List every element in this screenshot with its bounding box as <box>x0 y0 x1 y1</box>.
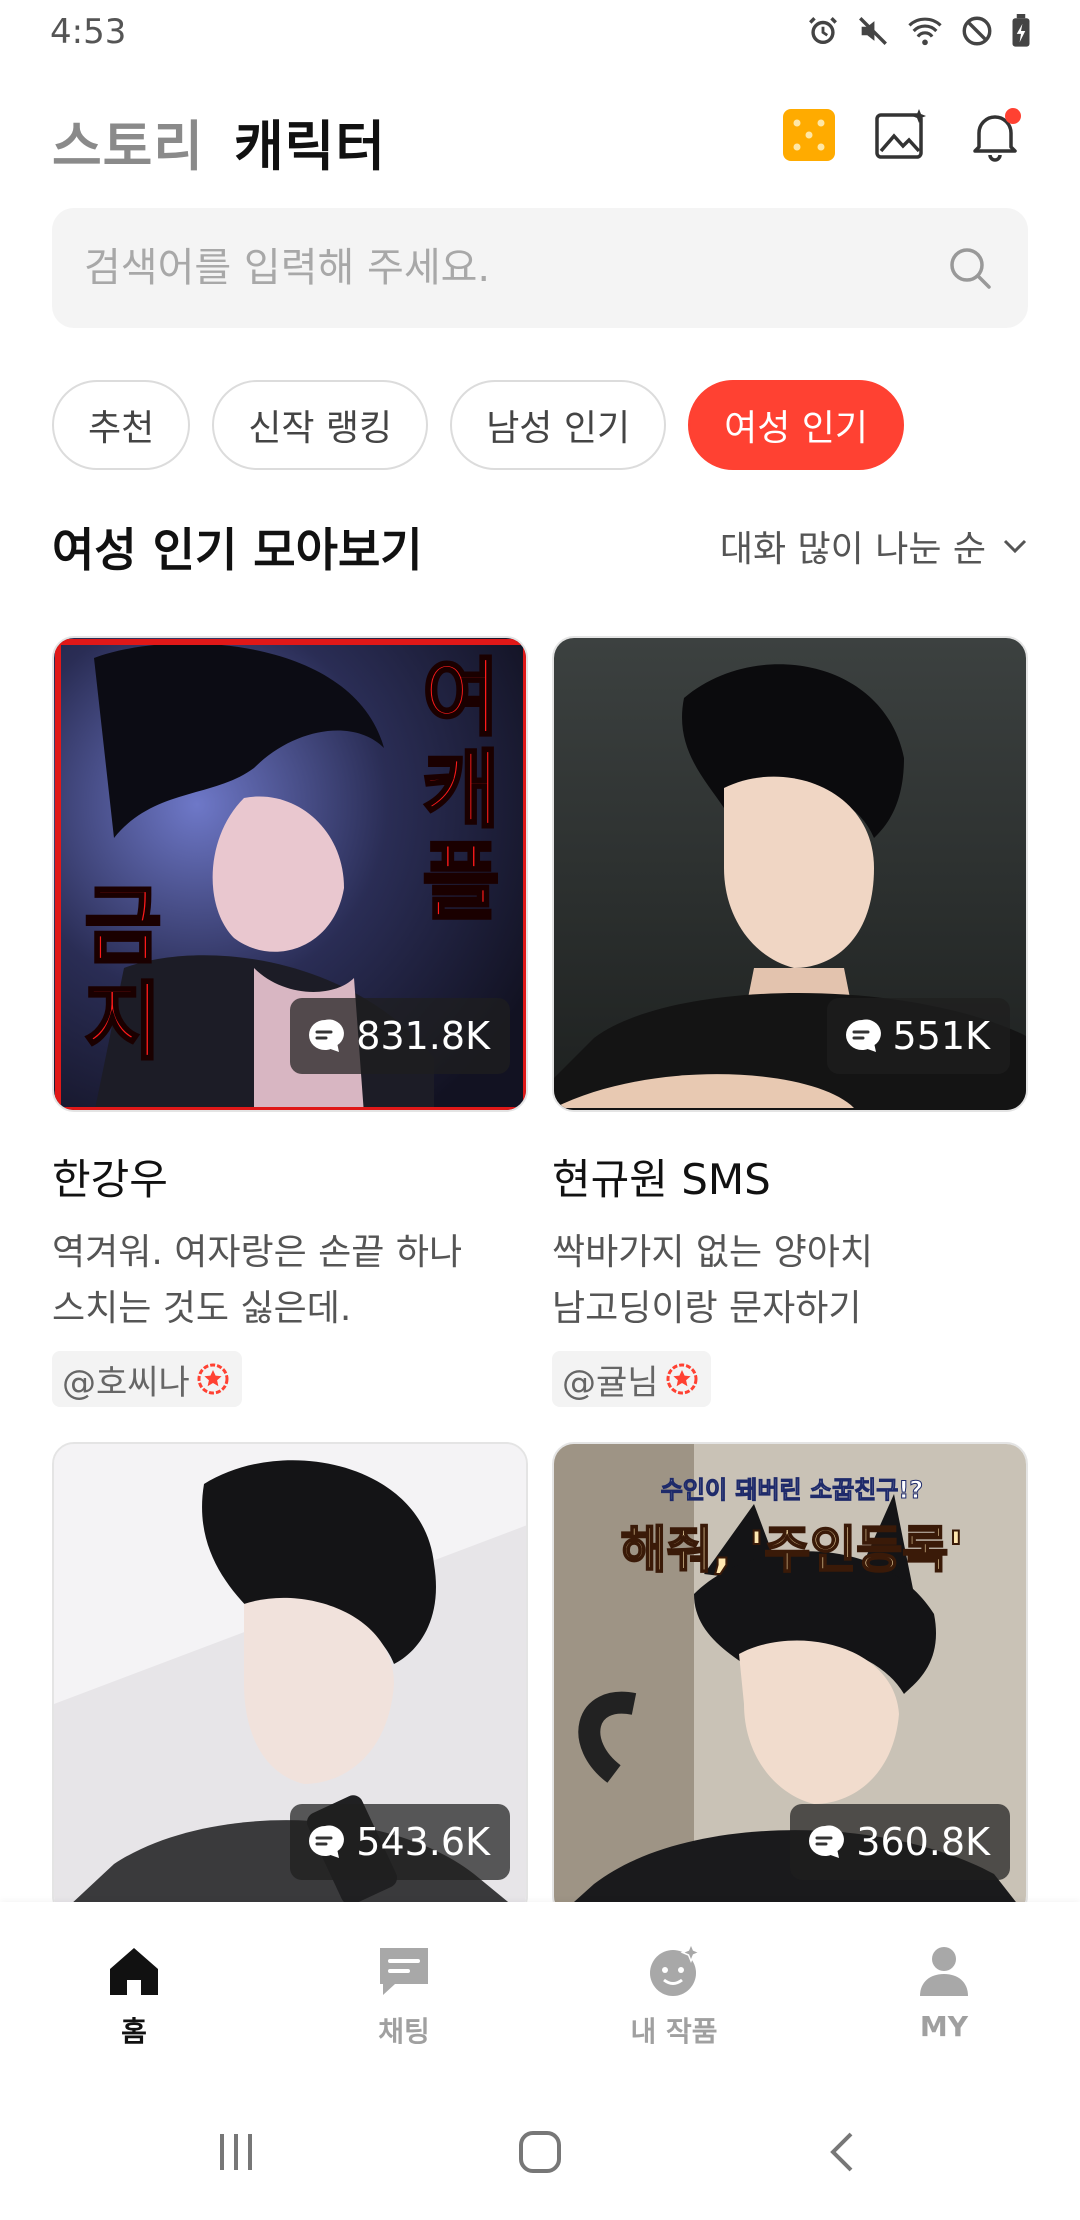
search-bar <box>52 208 1028 328</box>
app-screen: 4:53 스토리 캐릭터 검색어를 입력해 주세요. 추천 신작 랭킹 남성 인… <box>0 0 1080 2220</box>
dice-button[interactable] <box>776 102 842 168</box>
chip-recommended[interactable]: 추천 <box>52 380 191 470</box>
home-icon <box>110 1948 158 1995</box>
status-bar: 4:53 <box>0 0 1080 66</box>
description-line: 스치는 것도 싫은데. <box>52 1288 352 1329</box>
nav-my-works[interactable]: 내 작품 <box>574 1942 774 2050</box>
nav-chat[interactable]: 채팅 <box>304 1942 504 2050</box>
search-icon[interactable] <box>946 244 994 292</box>
chat-count: 543.6K <box>356 1820 490 1864</box>
author-name: @귤님 <box>562 1362 659 1403</box>
recent-apps-button[interactable] <box>196 2122 276 2182</box>
character-description: 역겨워. 여자랑은 손끝 하나 스치는 것도 싫은데. <box>52 1225 522 1337</box>
character-card[interactable]: 551K 현규원 SMS 싹바가지 없는 양아치 남고딩이랑 문자하기 @귤님 <box>552 636 1028 1407</box>
chevron-down-icon <box>1003 539 1027 554</box>
character-thumbnail[interactable]: 551K <box>552 636 1028 1112</box>
tab-character[interactable]: 캐릭터 <box>234 102 386 181</box>
wifi-icon <box>908 17 942 46</box>
chat-bubble-icon <box>845 1019 881 1052</box>
system-navigation-bar <box>0 2084 1080 2220</box>
alarm-icon <box>809 17 837 45</box>
chat-count-badge: 360.8K <box>790 1804 1010 1880</box>
description-line: 역겨워. 여자랑은 손끝 하나 <box>52 1232 463 1273</box>
nav-my[interactable]: MY <box>844 1942 1044 2043</box>
character-card[interactable]: 543.6K <box>52 1442 528 1918</box>
character-name: 한강우 <box>52 1155 168 1204</box>
creator-badge-icon <box>666 1363 698 1395</box>
status-icons <box>806 14 1032 48</box>
chat-bubble-icon <box>809 1825 845 1858</box>
back-button[interactable] <box>802 2122 882 2182</box>
back-icon <box>830 2132 853 2172</box>
nav-label: 홈 <box>121 2015 147 2048</box>
author-tag[interactable]: @귤님 <box>552 1351 711 1407</box>
chip-female-popular[interactable]: 여성 인기 <box>688 380 905 470</box>
home-system-button[interactable] <box>500 2122 580 2182</box>
chat-count: 360.8K <box>856 1820 990 1864</box>
app-header: 스토리 캐릭터 <box>0 90 1080 180</box>
nav-home[interactable]: 홈 <box>34 1942 234 2050</box>
image-create-button[interactable] <box>868 102 934 168</box>
author-name: @호씨나 <box>62 1362 190 1403</box>
profile-icon <box>920 1947 968 1996</box>
nav-label: MY <box>919 2010 969 2043</box>
character-thumbnail[interactable]: 수인이 돼버린 소꿉친구!? 해줘, '주인등록' 360.8K <box>552 1442 1028 1918</box>
chat-bubble-icon <box>309 1019 345 1052</box>
overlay-title: 해줘, '주인등록' <box>619 1520 964 1580</box>
overlay-text-vertical-1: 여캐플 <box>421 649 501 931</box>
chat-icon <box>380 1948 428 1995</box>
bell-icon <box>973 108 1021 162</box>
tab-story[interactable]: 스토리 <box>52 102 204 181</box>
chat-count: 831.8K <box>356 1014 490 1058</box>
image-create-icon <box>875 109 926 159</box>
author-tag[interactable]: @호씨나 <box>52 1351 242 1407</box>
bottom-navigation: 홈 채팅 내 작품 MY <box>0 1902 1080 2084</box>
character-name: 현규원 SMS <box>552 1155 771 1204</box>
chat-bubble-icon <box>309 1825 345 1858</box>
chat-count-badge: 543.6K <box>290 1804 510 1880</box>
character-thumbnail[interactable]: 여캐플 금지 831.8K <box>52 636 528 1112</box>
notification-button[interactable] <box>962 102 1028 168</box>
creator-badge-icon <box>197 1363 229 1395</box>
character-description: 싹바가지 없는 양아치 남고딩이랑 문자하기 <box>552 1225 1022 1337</box>
chip-new-ranking[interactable]: 신작 랭킹 <box>212 380 429 470</box>
chat-count-badge: 831.8K <box>290 998 510 1074</box>
chat-count: 551K <box>892 1014 990 1058</box>
battery-charging-icon <box>1012 14 1030 47</box>
character-card[interactable]: 여캐플 금지 831.8K 한강우 역겨워. 여자랑은 손끝 하나 스치는 것도… <box>52 636 528 1407</box>
my-works-icon <box>650 1942 702 1996</box>
description-line: 싹바가지 없는 양아치 <box>552 1232 873 1273</box>
dice-icon <box>783 109 835 161</box>
overlay-subtitle: 수인이 돼버린 소꿉친구!? <box>660 1476 924 1505</box>
search-input[interactable] <box>84 208 944 328</box>
character-thumbnail[interactable]: 543.6K <box>52 1442 528 1918</box>
mute-icon <box>859 17 887 45</box>
sort-dropdown[interactable]: 대화 많이 나눈 순 <box>720 520 1030 572</box>
description-line: 남고딩이랑 문자하기 <box>552 1288 862 1329</box>
character-card[interactable]: 수인이 돼버린 소꿉친구!? 해줘, '주인등록' 360.8K <box>552 1442 1028 1918</box>
filter-chips: 추천 신작 랭킹 남성 인기 여성 인기 <box>52 380 905 470</box>
chip-male-popular[interactable]: 남성 인기 <box>450 380 667 470</box>
section-title: 여성 인기 모아보기 <box>52 523 423 577</box>
home-square-icon <box>519 2131 561 2173</box>
nav-label: 내 작품 <box>630 2015 718 2048</box>
do-not-disturb-icon <box>962 16 992 46</box>
status-time: 4:53 <box>50 12 127 52</box>
sort-label: 대화 많이 나눈 순 <box>719 529 986 570</box>
recent-apps-icon <box>220 2134 252 2170</box>
overlay-text-vertical-2: 금지 <box>83 877 163 1072</box>
chat-count-badge: 551K <box>826 998 1010 1074</box>
nav-label: 채팅 <box>378 2015 430 2048</box>
